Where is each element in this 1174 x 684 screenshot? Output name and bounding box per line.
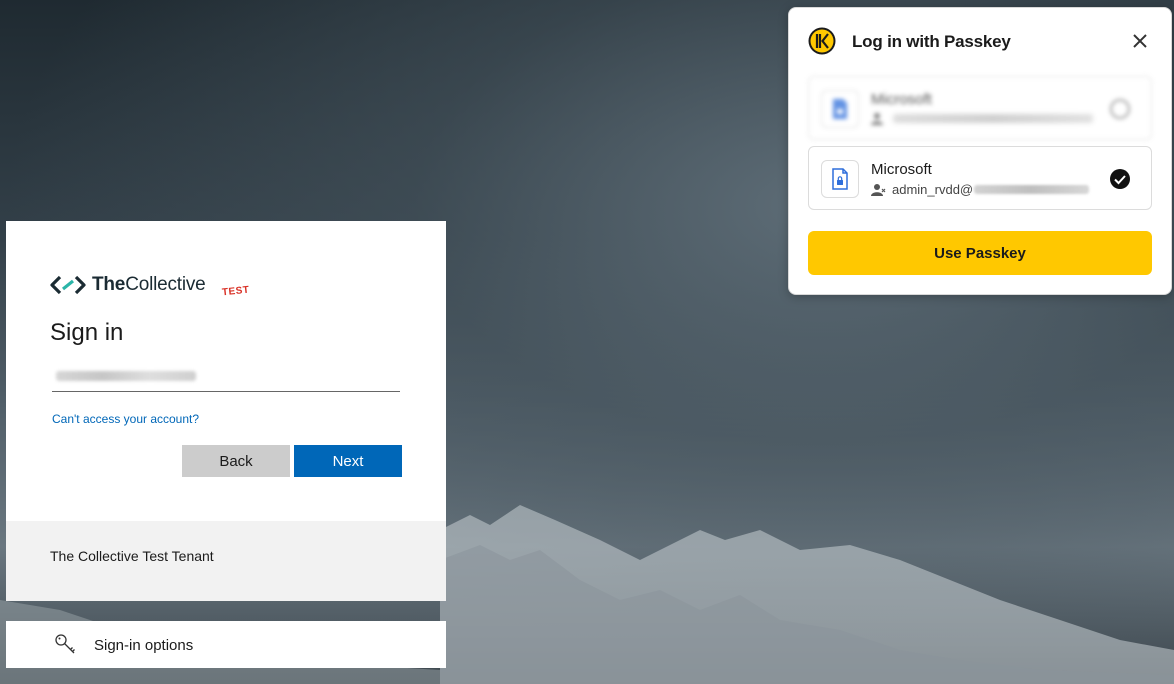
passkey-popup: Log in with Passkey Microsoft Microsoft bbox=[788, 7, 1172, 295]
collective-logo-icon bbox=[50, 275, 86, 295]
back-button[interactable]: Back bbox=[182, 445, 290, 477]
key-icon bbox=[55, 634, 75, 654]
passkey-account-item-selected[interactable]: Microsoft admin_rvdd@ bbox=[808, 146, 1152, 210]
passkey-file-icon bbox=[821, 90, 859, 128]
account-user bbox=[871, 112, 1093, 125]
passkey-file-icon bbox=[821, 160, 859, 198]
tenant-name: The Collective Test Tenant bbox=[50, 548, 214, 564]
signin-options-button[interactable]: Sign-in options bbox=[6, 621, 446, 668]
popup-title: Log in with Passkey bbox=[852, 32, 1011, 51]
email-field[interactable] bbox=[52, 365, 400, 392]
logo-test-badge: TEST bbox=[221, 284, 251, 299]
cant-access-account-link[interactable]: Can't access your account? bbox=[52, 412, 199, 426]
check-icon bbox=[1110, 169, 1130, 189]
user-icon bbox=[871, 113, 883, 125]
next-button[interactable]: Next bbox=[294, 445, 402, 477]
account-service: Microsoft bbox=[871, 161, 932, 178]
page-title: Sign in bbox=[50, 319, 124, 346]
tenant-footer: The Collective Test Tenant bbox=[6, 521, 446, 601]
keeper-logo-icon bbox=[808, 27, 836, 55]
close-icon[interactable] bbox=[1131, 32, 1149, 50]
radio-icon[interactable] bbox=[1109, 98, 1131, 120]
email-value-redacted bbox=[56, 371, 196, 381]
passkey-account-item[interactable]: Microsoft bbox=[808, 76, 1152, 140]
signin-options-label: Sign-in options bbox=[94, 637, 194, 654]
use-passkey-button[interactable]: Use Passkey bbox=[808, 231, 1152, 275]
account-service: Microsoft bbox=[871, 91, 932, 108]
logo-text: TheCollective TEST bbox=[92, 274, 251, 299]
company-logo: TheCollective TEST bbox=[50, 271, 251, 299]
user-icon bbox=[871, 184, 886, 196]
signin-card: TheCollective TEST Sign in Can't access y… bbox=[6, 221, 446, 601]
account-user: admin_rvdd@ bbox=[871, 182, 1090, 197]
